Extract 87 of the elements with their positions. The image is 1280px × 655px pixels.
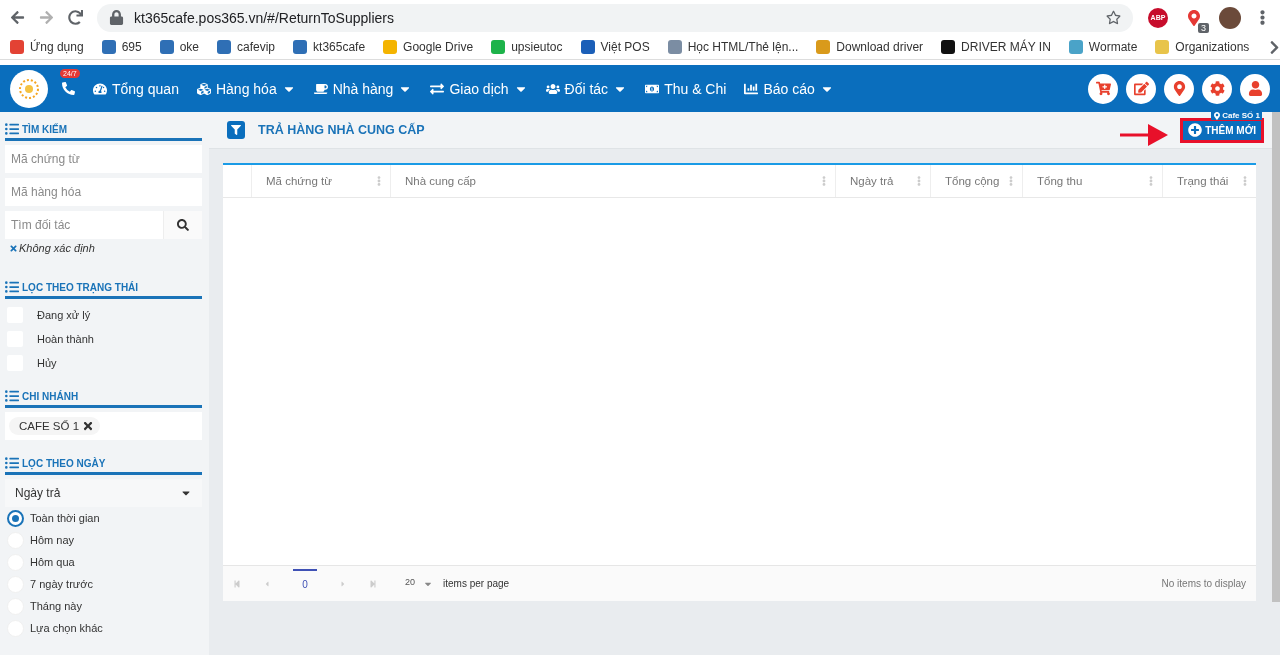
nav-item[interactable]: Hàng hóa	[196, 80, 296, 97]
checkbox-label: Hoàn thành	[37, 333, 94, 345]
close-icon	[9, 243, 18, 253]
checkbox-label: Hủy	[37, 357, 57, 369]
bookmark[interactable]: DRIVER MÁY IN	[941, 40, 1051, 54]
bookmark[interactable]: Ứng dụng	[10, 40, 84, 54]
settings-icon[interactable]	[1202, 73, 1232, 104]
radio-button[interactable]	[7, 509, 24, 527]
last-page-icon[interactable]	[369, 579, 377, 588]
section-title: CHI NHÁNH	[22, 390, 79, 402]
radio-label: Hôm qua	[30, 556, 75, 568]
page-size-select[interactable]: 20	[405, 578, 433, 589]
radio-label: Toàn thời gian	[30, 512, 100, 524]
next-page-icon[interactable]	[339, 579, 347, 588]
column-header[interactable]: Ngày trả	[835, 165, 930, 197]
column-header[interactable]: Trạng thái	[1162, 165, 1256, 197]
remove-icon[interactable]	[82, 420, 95, 432]
logo[interactable]	[10, 69, 48, 108]
nav-item[interactable]: Đối tác	[545, 80, 628, 97]
nav-item[interactable]: Thu & Chi	[645, 80, 727, 97]
nav-item-icon	[430, 81, 445, 96]
edit-icon[interactable]	[1126, 73, 1156, 104]
section-title: LỌC THEO TRẠNG THÁI	[22, 281, 139, 293]
bookmark[interactable]: Download driver	[816, 40, 924, 54]
user-icon[interactable]	[1240, 73, 1270, 104]
nav-item[interactable]: Báo cáo	[744, 80, 834, 97]
bookmark[interactable]: cafevip	[217, 40, 276, 54]
bookmark[interactable]: Organizations	[1155, 40, 1250, 54]
date-type-select[interactable]: Ngày trả	[5, 479, 202, 507]
bookmark[interactable]: Học HTML/Thẻ lện...	[667, 40, 799, 54]
star-icon[interactable]	[1106, 10, 1121, 25]
bookmark[interactable]: upsieutoc	[491, 40, 563, 54]
add-button[interactable]: THÊM MỚI	[1180, 117, 1264, 143]
list-icon	[5, 456, 19, 470]
forward-icon[interactable]	[39, 10, 54, 25]
column-header[interactable]: Tổng thu	[1022, 165, 1162, 197]
section-title: TÌM KIẾM	[22, 123, 67, 135]
first-page-icon[interactable]	[233, 579, 241, 588]
nav-item-icon	[313, 81, 328, 96]
radio-label: Lựa chọn khác	[30, 622, 103, 634]
nav-item[interactable]: Tổng quan	[93, 80, 179, 97]
nav-item[interactable]: Nhà hàng	[313, 80, 413, 97]
extension-badge: 3	[1198, 22, 1209, 33]
checkbox-label: Đang xử lý	[37, 309, 91, 321]
bookmark[interactable]: Wormate	[1068, 40, 1138, 54]
nav-item-icon	[196, 81, 211, 96]
address-bar[interactable]: kt365cafe.pos365.vn/#/ReturnToSuppliers	[97, 3, 1133, 32]
pagination-status: No items to display	[1161, 578, 1246, 589]
location-pin-icon	[1213, 111, 1222, 120]
section-title: LỌC THEO NGÀY	[22, 457, 106, 469]
radio-label: Tháng này	[30, 600, 82, 612]
search-icon[interactable]	[164, 211, 202, 239]
column-header[interactable]: Nhà cung cấp	[390, 165, 835, 197]
nav-item-icon	[744, 81, 759, 96]
lock-icon	[109, 10, 124, 25]
nav-item-icon	[93, 81, 107, 96]
back-icon[interactable]	[10, 10, 25, 25]
nav-item-icon	[545, 81, 560, 96]
search-field[interactable]: Mã hàng hóa	[5, 178, 202, 206]
column-header[interactable]: Mã chứng từ	[251, 165, 390, 197]
list-icon	[5, 389, 19, 403]
reload-icon[interactable]	[68, 10, 83, 25]
page-title: TRẢ HÀNG NHÀ CUNG CẤP	[258, 123, 425, 137]
branch-label: Cafe SỐ 1	[1211, 111, 1262, 120]
plus-icon	[1188, 123, 1203, 137]
branch-field[interactable]: CAFE SỐ 1	[5, 412, 202, 440]
bookmark[interactable]: Google Drive	[383, 40, 474, 54]
cart-plus-icon[interactable]	[1088, 73, 1118, 104]
previous-page-icon[interactable]	[263, 579, 271, 588]
avatar[interactable]	[1219, 6, 1241, 29]
bookmark[interactable]: kt365cafe	[293, 40, 366, 54]
bookmark[interactable]: oke	[159, 40, 199, 54]
page-size-label: items per page	[443, 578, 510, 589]
bookmark[interactable]: 695	[101, 40, 142, 54]
page-number[interactable]: 0	[293, 569, 317, 590]
annotation-arrow	[1120, 122, 1168, 148]
bookmark[interactable]: Việt POS	[580, 40, 650, 54]
filter-icon[interactable]	[227, 121, 245, 139]
nav-item[interactable]: Giao dịch	[430, 80, 528, 97]
radio-label: Hôm nay	[30, 534, 75, 546]
search-field[interactable]: Mã chứng từ	[5, 145, 202, 173]
list-icon	[5, 280, 19, 294]
partner-filter-tag[interactable]: Không xác định	[9, 242, 202, 254]
location-pin-icon[interactable]	[1164, 73, 1194, 104]
radio-label: 7 ngày trước	[30, 578, 93, 590]
column-header[interactable]: Tổng cộng	[930, 165, 1022, 197]
list-icon	[5, 122, 19, 136]
